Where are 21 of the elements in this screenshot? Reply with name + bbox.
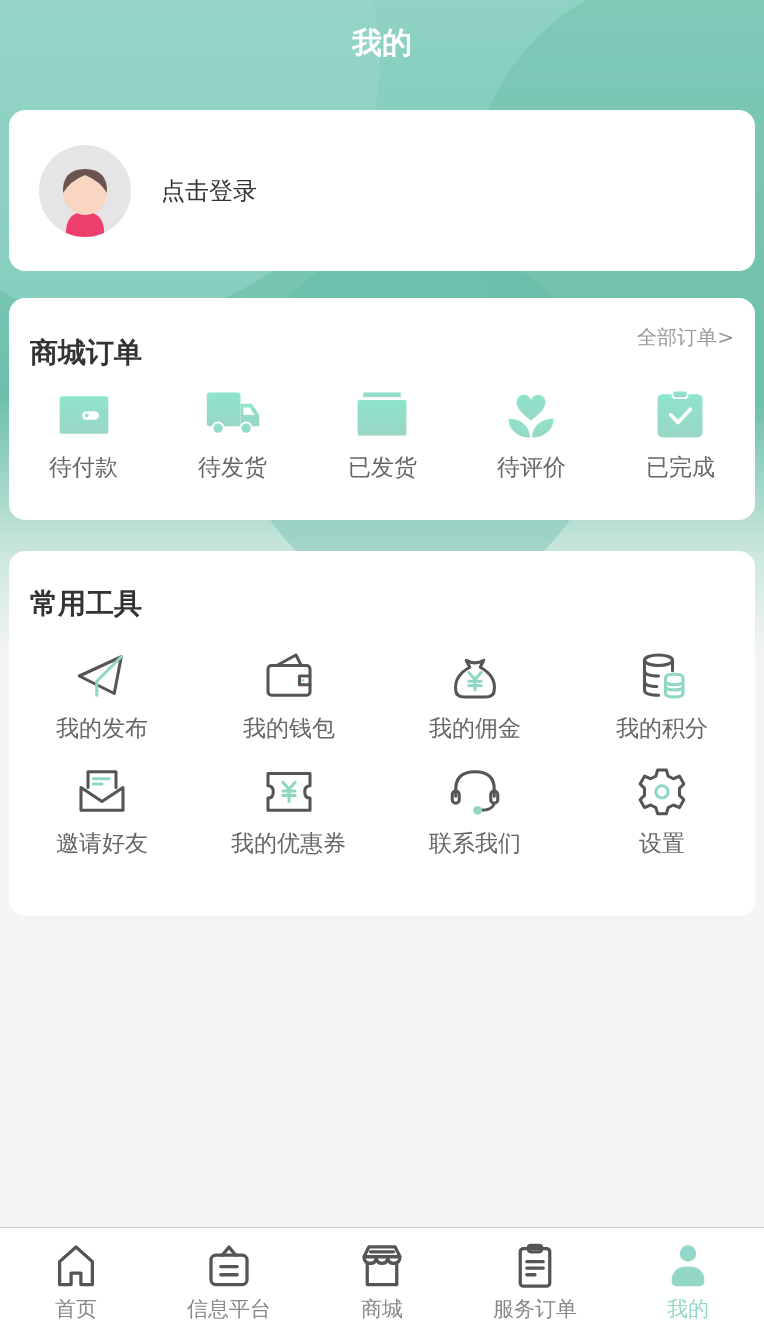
tab[interactable]: 服务订单 bbox=[458, 1228, 612, 1325]
tab[interactable]: 信息平台 bbox=[152, 1228, 306, 1325]
order-status-item[interactable]: 待评价 bbox=[456, 386, 606, 485]
section-title: 商城订单 bbox=[30, 335, 142, 371]
order-status-item[interactable]: 待付款 bbox=[9, 386, 159, 485]
tab[interactable]: 首页 bbox=[0, 1228, 153, 1325]
tool-item[interactable]: 我的佣金 bbox=[382, 649, 569, 746]
tab[interactable]: 商城 bbox=[305, 1228, 459, 1325]
tool-item[interactable]: 设置 bbox=[568, 763, 755, 860]
tool-item[interactable]: 我的发布 bbox=[9, 649, 196, 746]
section-title: 常用工具 bbox=[30, 586, 143, 622]
tool-item[interactable]: 我的积分 bbox=[568, 649, 755, 746]
tool-item[interactable]: 我的优惠券 bbox=[195, 763, 382, 860]
page-title: 我的 bbox=[352, 23, 412, 62]
order-status-item[interactable]: 待发货 bbox=[158, 386, 308, 485]
order-status-item[interactable]: 已发货 bbox=[307, 386, 457, 485]
tool-item[interactable]: 我的钱包 bbox=[195, 649, 382, 746]
tool-item[interactable]: 邀请好友 bbox=[9, 763, 196, 860]
order-status-item[interactable]: 已完成 bbox=[605, 386, 755, 485]
tool-item[interactable]: 联系我们 bbox=[382, 763, 569, 860]
login-link[interactable]: 点击登录 bbox=[161, 172, 257, 209]
